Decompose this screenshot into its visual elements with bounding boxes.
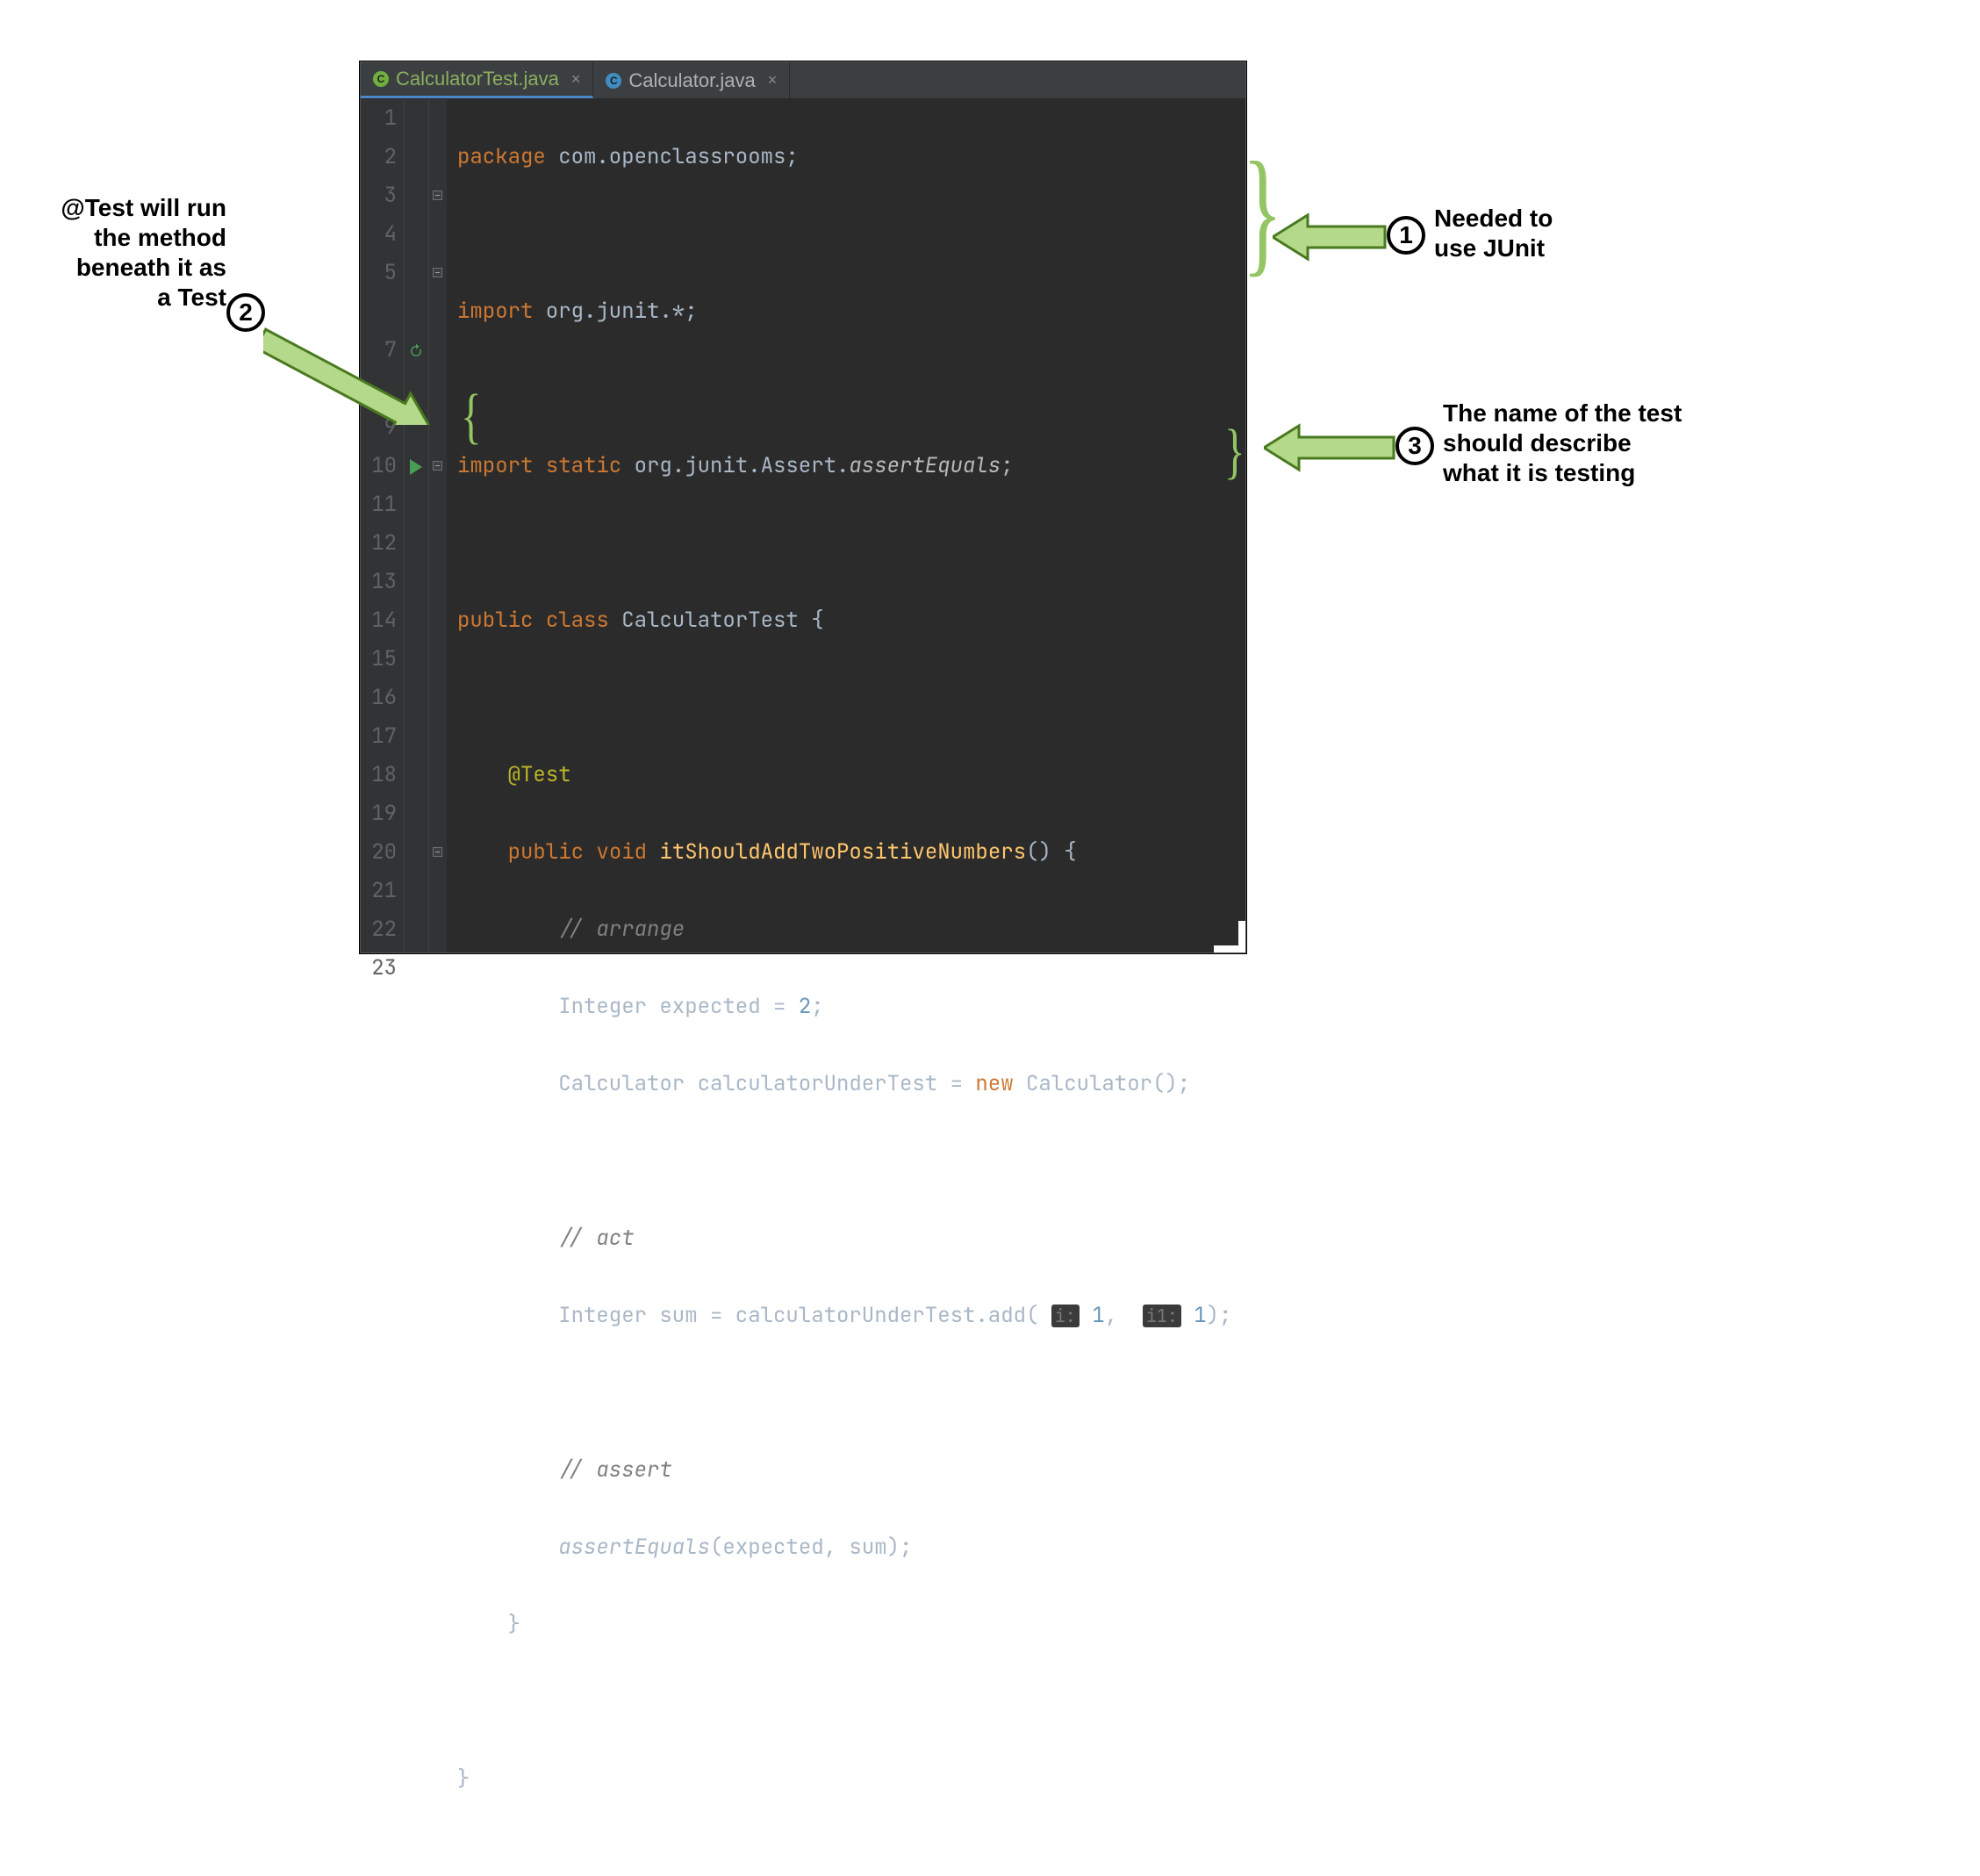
callout-text: The name of the test should describe wha…	[1443, 399, 1682, 488]
callout-arrow-icon	[263, 302, 465, 425]
java-file-icon: C	[606, 73, 621, 89]
line-number: 19	[368, 794, 397, 833]
line-number: 16	[368, 679, 397, 717]
code-number: 2	[799, 993, 811, 1020]
code-text: );	[1207, 1302, 1232, 1329]
line-number: 15	[368, 640, 397, 679]
code-comment: // act	[558, 1225, 634, 1252]
line-number: 5	[368, 254, 397, 292]
code-text: ;	[811, 993, 823, 1020]
code-text: org.junit.*;	[533, 298, 697, 325]
code-text: Integer expected =	[558, 993, 799, 1020]
fold-toggle-icon[interactable]	[433, 847, 442, 857]
line-number: 1	[368, 99, 397, 138]
code-comment: // assert	[558, 1456, 672, 1484]
line-number: 14	[368, 601, 397, 640]
parameter-hint: i1:	[1143, 1305, 1181, 1327]
code-keyword: class	[546, 607, 609, 634]
code-keyword: new	[975, 1070, 1013, 1097]
code-method-name: itShouldAddTwoPositiveNumbers	[659, 838, 1026, 866]
line-number: 21	[368, 872, 397, 910]
ide-window: C CalculatorTest.java × C Calculator.jav…	[360, 61, 1246, 953]
code-text: ,	[1105, 1302, 1143, 1329]
callout-badge: 3	[1395, 427, 1434, 465]
line-number: 4	[368, 215, 397, 254]
code-keyword: void	[596, 838, 647, 866]
line-number: 17	[368, 717, 397, 756]
code-text: () {	[1026, 838, 1077, 866]
code-text: Integer sum = calculatorUnderTest.add(	[558, 1302, 1051, 1329]
code-keyword: public	[508, 838, 584, 866]
code-keyword: import static	[457, 452, 621, 479]
line-number: 12	[368, 524, 397, 563]
code-text: ;	[1001, 452, 1013, 479]
code-text: }	[508, 1611, 520, 1638]
line-number: 23	[368, 949, 397, 988]
line-number: 18	[368, 756, 397, 794]
code-number: 1	[1181, 1302, 1207, 1329]
line-number: 10	[368, 447, 397, 485]
resize-corner-icon	[1214, 921, 1245, 952]
code-text: (expected, sum);	[710, 1534, 912, 1561]
fold-gutter	[429, 99, 447, 952]
diagram-stage: C CalculatorTest.java × C Calculator.jav…	[0, 0, 1980, 1053]
close-tab-icon[interactable]: ×	[768, 71, 778, 90]
code-comment: // arrange	[558, 916, 685, 943]
callout-text: Needed to use JUnit	[1434, 204, 1553, 263]
code-keyword: import	[457, 298, 533, 325]
code-text: org.junit.Assert.	[621, 452, 849, 479]
close-tab-icon[interactable]: ×	[571, 70, 581, 89]
code-text: Calculator();	[1014, 1070, 1191, 1097]
code-text: com.openclassrooms;	[546, 143, 799, 170]
callout-badge: 1	[1387, 216, 1425, 255]
tab-calculator-test[interactable]: C CalculatorTest.java ×	[361, 62, 593, 98]
editor-area: 1 2 3 4 5 7 9 10 11 12 13 14 15 16 17 18…	[361, 99, 1245, 952]
code-text: Calculator calculatorUnderTest =	[558, 1070, 975, 1097]
callout-number: 3	[1408, 432, 1422, 460]
callout-text: @Test will run the method beneath it as …	[42, 193, 226, 313]
callout-number: 1	[1399, 221, 1413, 249]
callout-arrow-icon	[1273, 211, 1387, 263]
run-marker-gutter	[405, 99, 429, 952]
code-number: 1	[1080, 1302, 1105, 1329]
tab-label: Calculator.java	[628, 69, 755, 92]
code-static-import: assertEquals	[849, 452, 1001, 479]
code-annotation: @Test	[508, 761, 571, 788]
code-text: {	[799, 607, 824, 634]
code-class-name: CalculatorTest	[621, 607, 799, 634]
line-number: 2	[368, 138, 397, 176]
fold-toggle-icon[interactable]	[433, 461, 442, 471]
fold-toggle-icon[interactable]	[433, 268, 442, 277]
tab-label: CalculatorTest.java	[396, 68, 559, 90]
line-number: 22	[368, 910, 397, 949]
run-test-icon[interactable]	[410, 459, 422, 475]
tab-calculator[interactable]: C Calculator.java ×	[593, 62, 790, 98]
editor-tab-bar: C CalculatorTest.java × C Calculator.jav…	[361, 62, 1245, 99]
fold-toggle-icon[interactable]	[433, 190, 442, 200]
code-keyword: public	[457, 607, 533, 634]
callout-arrow-icon	[1264, 421, 1395, 474]
line-number: 3	[368, 176, 397, 215]
code-text: }	[457, 1765, 470, 1793]
java-test-file-icon: C	[373, 71, 389, 87]
line-number-gutter: 1 2 3 4 5 7 9 10 11 12 13 14 15 16 17 18…	[361, 99, 405, 952]
line-number: 11	[368, 485, 397, 524]
callout-badge: 2	[226, 293, 265, 332]
line-number: 13	[368, 563, 397, 601]
code-static-call: assertEquals	[558, 1534, 710, 1561]
callout-number: 2	[239, 298, 253, 327]
code-content[interactable]: package com.openclassrooms; import org.j…	[447, 99, 1245, 952]
parameter-hint: i:	[1051, 1305, 1080, 1327]
line-number: 20	[368, 833, 397, 872]
code-keyword: package	[457, 143, 546, 170]
grouping-brace-icon: }	[1224, 421, 1245, 483]
